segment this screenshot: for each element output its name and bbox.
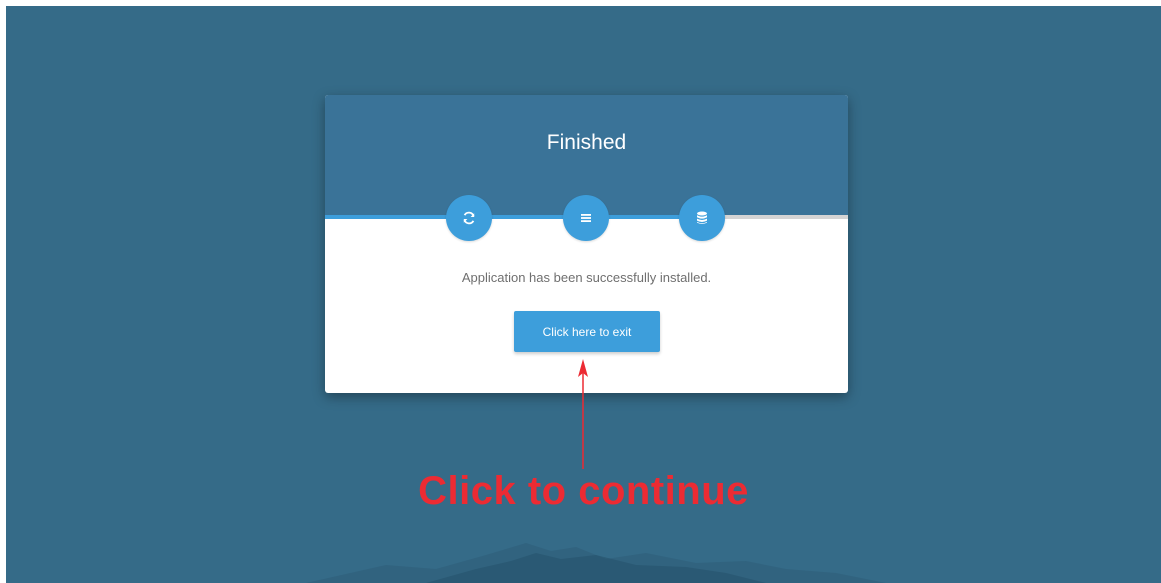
progress-bar-fill [325, 215, 713, 219]
step-database [679, 195, 725, 241]
step-refresh [446, 195, 492, 241]
installer-screen: Finished Application has been successful… [6, 6, 1161, 583]
exit-button[interactable]: Click here to exit [514, 311, 660, 352]
annotation-arrow [578, 359, 588, 469]
success-message: Application has been successfully instal… [461, 270, 712, 285]
refresh-icon [462, 211, 476, 225]
list-icon [580, 212, 592, 224]
annotation-text: Click to continue [418, 469, 749, 513]
step-list [563, 195, 609, 241]
install-finished-card: Finished Application has been successful… [325, 95, 848, 393]
mountain-silhouette [306, 543, 886, 583]
database-icon [696, 211, 708, 225]
page-title: Finished [546, 131, 627, 154]
